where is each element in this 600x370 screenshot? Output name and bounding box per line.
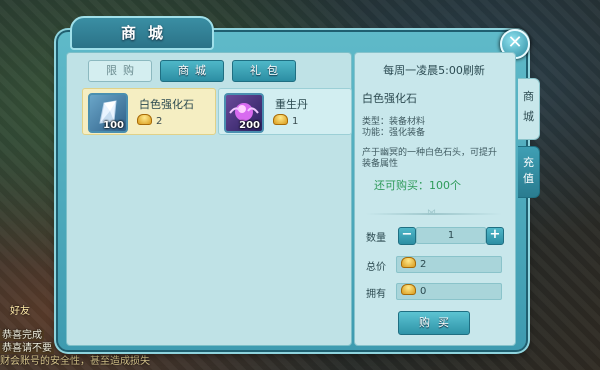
- minus-icon[interactable]: −: [402, 227, 413, 242]
- increment-button[interactable]: +: [486, 227, 504, 245]
- gold-ingot-icon: [401, 257, 416, 268]
- gold-ingot-icon: [401, 284, 416, 295]
- detail-item-name: 白色强化石: [362, 92, 417, 105]
- side-tab-shop[interactable]: 商城: [518, 78, 540, 140]
- window-title: 商城: [70, 16, 214, 50]
- detail-description: 产于幽冥的一种白色石头，可提升装备属性: [362, 148, 498, 169]
- buy-button[interactable]: 购买: [398, 311, 470, 335]
- tab-limited[interactable]: 限购: [88, 60, 152, 82]
- detail-type: 类型：装备材料: [362, 117, 426, 127]
- gold-ingot-icon: [273, 114, 288, 125]
- tab-gift[interactable]: 礼包: [232, 60, 296, 82]
- item-price: 2: [137, 114, 162, 127]
- gold-ingot-icon: [137, 114, 152, 125]
- chat-line: 财会账号的安全性，甚至造成损失: [0, 356, 150, 367]
- item-quantity: 100: [103, 120, 124, 131]
- plus-icon[interactable]: +: [490, 227, 501, 242]
- chat-line: 恭喜请不要: [0, 343, 54, 354]
- purple-gem-icon: 200: [224, 93, 264, 133]
- friend-label[interactable]: 好友: [10, 302, 30, 317]
- remaining-purchases: 还可购买：100个: [374, 179, 461, 192]
- detail-meta: 类型：装备材料 功能：强化装备: [362, 117, 425, 139]
- owned-label: 拥有: [366, 289, 386, 300]
- decrement-button[interactable]: −: [398, 227, 416, 245]
- quantity-label: 数量: [366, 233, 386, 244]
- item-name: 重生丹: [275, 98, 308, 111]
- item-card[interactable]: 200 重生丹 1: [218, 88, 352, 135]
- item-name: 白色强化石: [139, 98, 194, 111]
- total-price-field: 2: [396, 256, 502, 273]
- divider-ornament: ⋈: [427, 208, 436, 218]
- side-tab-recharge[interactable]: 充值: [518, 146, 540, 198]
- detail-function: 功能：强化装备: [362, 128, 426, 138]
- item-price: 1: [273, 114, 298, 127]
- item-card-selected[interactable]: 100 白色强化石 2: [82, 88, 216, 135]
- close-x-icon[interactable]: ✕: [507, 32, 522, 53]
- total-label: 总价: [366, 262, 386, 273]
- white-crystal-icon: 100: [88, 93, 128, 133]
- tab-shop[interactable]: 商城: [160, 60, 224, 82]
- item-quantity: 200: [239, 120, 260, 131]
- chat-line: 恭喜完成: [0, 330, 44, 341]
- owned-field: 0: [396, 283, 502, 300]
- quantity-input[interactable]: 1: [416, 227, 486, 244]
- refresh-notice: 每周一凌晨5:00刷新: [383, 64, 485, 77]
